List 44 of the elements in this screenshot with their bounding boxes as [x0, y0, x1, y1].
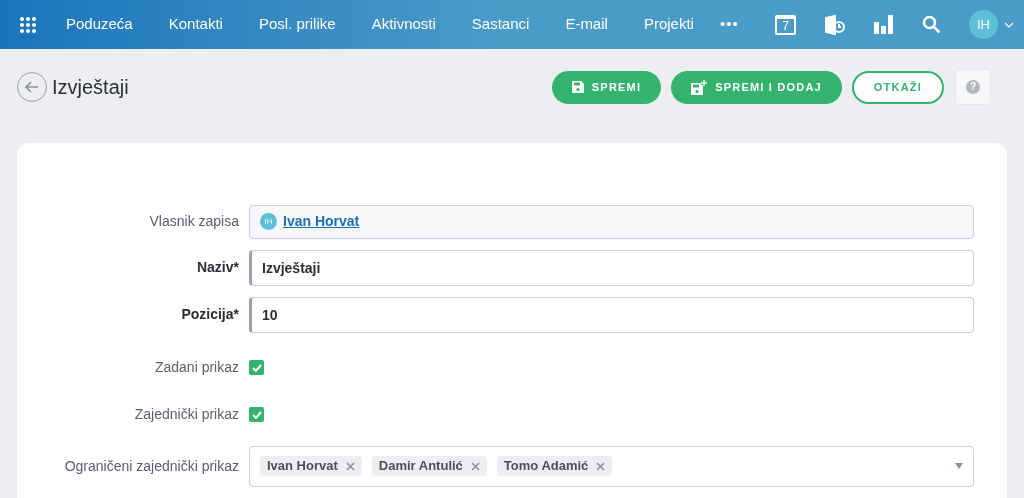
- cancel-button[interactable]: OTKAŽI: [851, 70, 944, 104]
- owner-link[interactable]: Ivan Horvat: [283, 211, 360, 232]
- caret-icon[interactable]: [1004, 21, 1014, 28]
- page-title: Izvještaji: [52, 75, 129, 100]
- nav-link[interactable]: Posl. prilike: [258, 13, 336, 36]
- more-button[interactable]: •••: [719, 13, 739, 36]
- owner-avatar: IH: [260, 213, 277, 230]
- field-label: Zajednički prikaz: [133, 405, 240, 424]
- contact-clock-icon[interactable]: [824, 13, 846, 36]
- text-input-field[interactable]: Izvještaji: [249, 249, 974, 286]
- remove-icon[interactable]: [596, 461, 606, 471]
- user-avatar[interactable]: IH: [969, 10, 998, 39]
- checkbox[interactable]: [249, 407, 264, 422]
- calendar-icon[interactable]: 7: [775, 14, 796, 35]
- apps-menu-icon[interactable]: [19, 15, 37, 34]
- nav-link[interactable]: Poduzeća: [66, 13, 133, 36]
- nav-link[interactable]: Aktivnosti: [371, 13, 436, 36]
- bar-chart-icon[interactable]: [874, 15, 894, 34]
- help-icon: ?: [966, 80, 980, 94]
- back-arrow-icon: [25, 81, 39, 93]
- field-label: Ograničeni zajednički prikaz: [63, 456, 240, 476]
- tag-label: Tomo Adamić: [503, 457, 589, 476]
- text-input-field[interactable]: 10: [249, 296, 974, 333]
- nav-link[interactable]: Sastanci: [471, 13, 530, 36]
- help-button[interactable]: ?: [955, 69, 991, 105]
- dropdown-caret-icon[interactable]: [955, 463, 963, 469]
- field-label: Pozicija*: [180, 305, 240, 324]
- tag-label: Ivan Horvat: [267, 457, 338, 476]
- save-and-add-button[interactable]: SPREMI I DODAJ: [671, 70, 842, 104]
- tag-label: Damir Antulić: [378, 457, 463, 476]
- remove-icon[interactable]: [345, 461, 355, 471]
- multi-select-field[interactable]: Ivan Horvat Damir Antulić Tomo Adamić: [249, 445, 974, 487]
- remove-icon[interactable]: [470, 461, 480, 471]
- nav-link[interactable]: E-mail: [565, 13, 608, 36]
- field-label: Vlasnik zapisa: [148, 212, 240, 231]
- nav-link[interactable]: Kontakti: [168, 13, 223, 36]
- nav-link[interactable]: Projekti: [643, 13, 694, 36]
- save-button[interactable]: SPREMI: [551, 70, 662, 104]
- owner-field[interactable]: IH Ivan Horvat: [249, 204, 974, 239]
- field-label: Zadani prikaz: [153, 358, 240, 377]
- field-label: Naziv*: [195, 258, 240, 277]
- search-icon[interactable]: [922, 15, 941, 34]
- floppy-disk-plus-icon: [691, 79, 708, 95]
- checkbox[interactable]: [249, 360, 264, 375]
